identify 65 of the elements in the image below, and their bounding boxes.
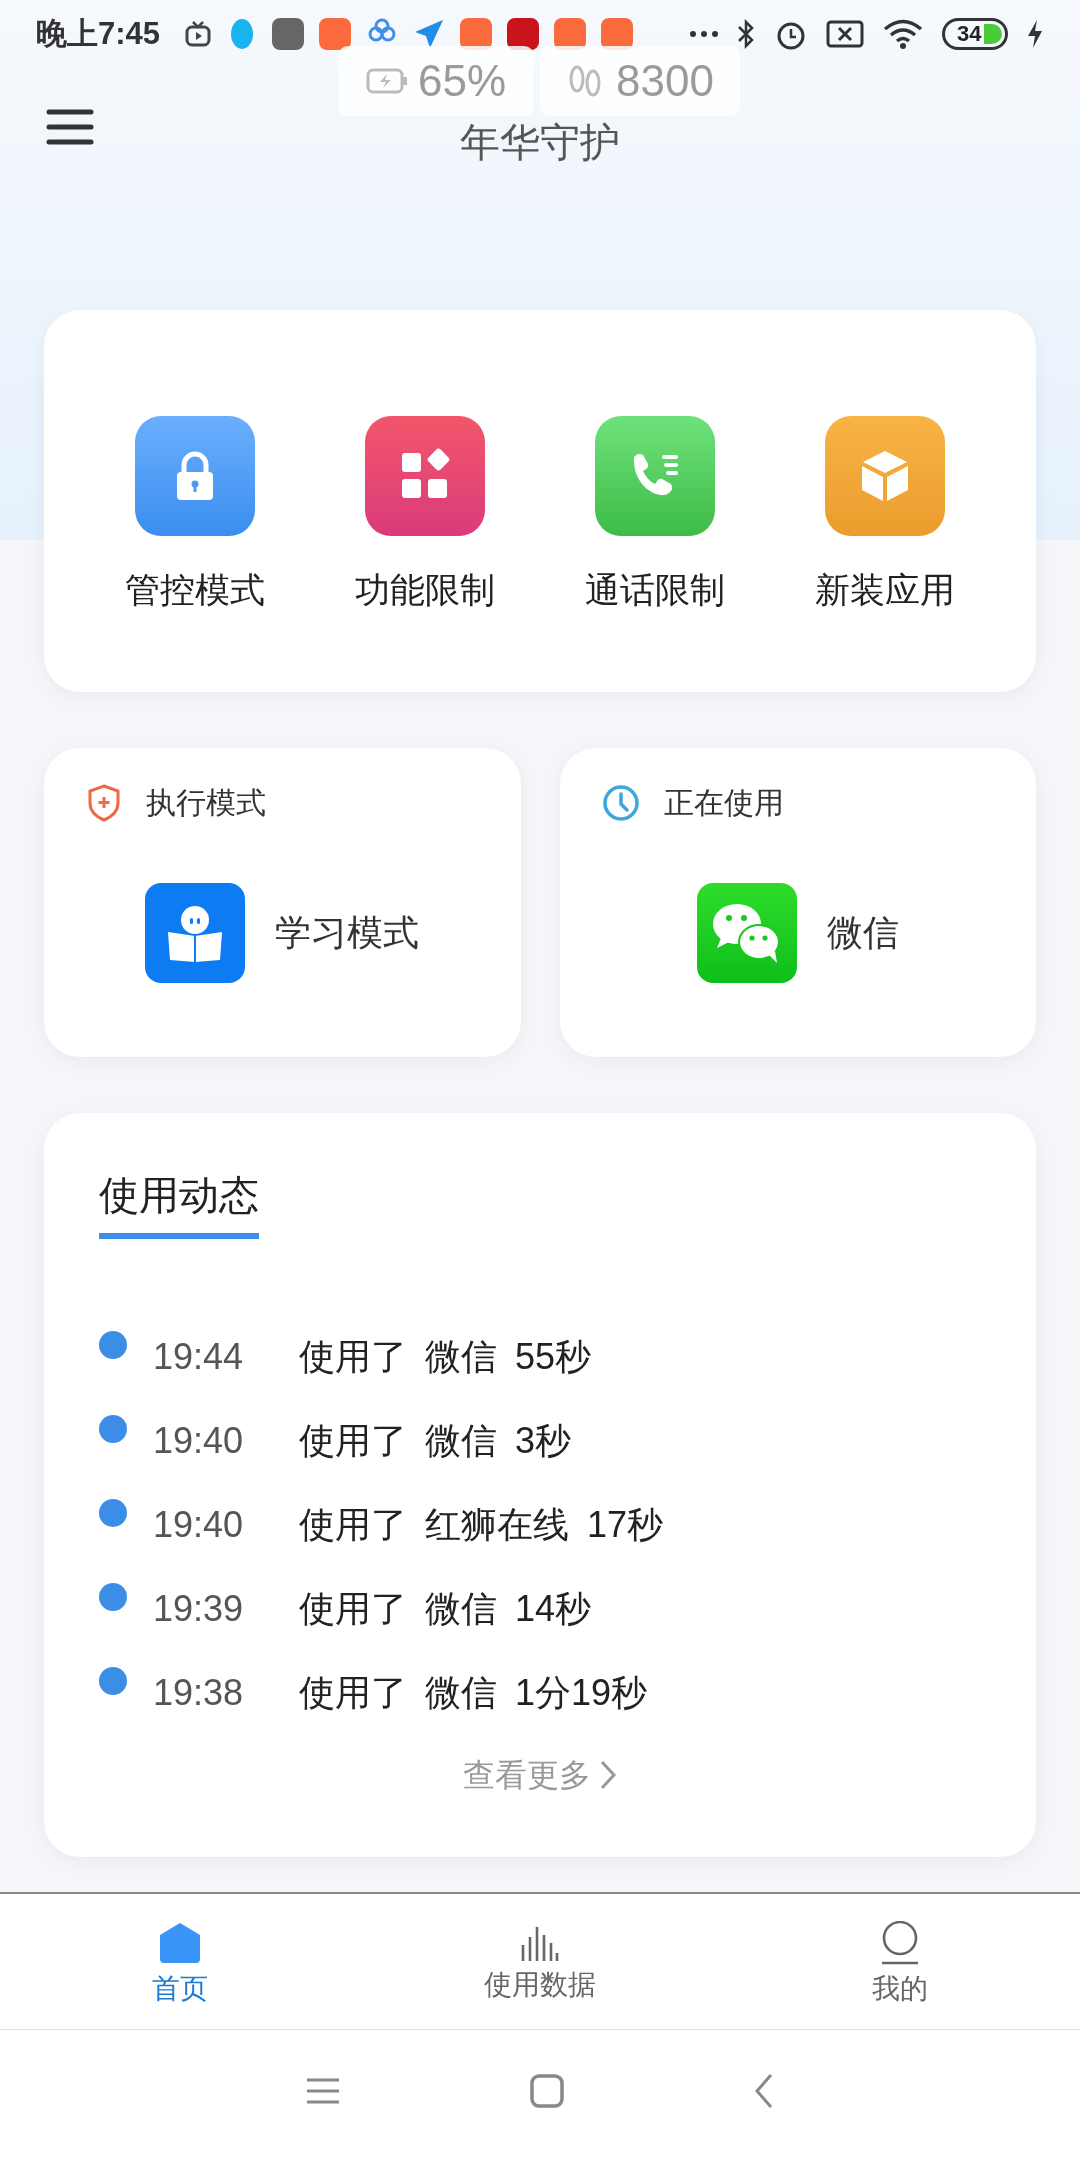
more-dots-icon: [690, 31, 718, 37]
app-grid-icon: [365, 415, 485, 536]
activity-time: 19:39: [153, 1591, 245, 1627]
activity-app: 微信: [425, 1591, 497, 1627]
book-reader-icon: [145, 883, 246, 983]
tv-icon: [184, 20, 213, 48]
notification-icon: [507, 18, 540, 50]
app-name: 学习模式: [275, 911, 420, 955]
info-card[interactable]: 执行模式 学习模式: [44, 748, 521, 1057]
clock-icon: [601, 783, 640, 822]
shield-plus-icon: [86, 782, 122, 823]
nav-tab[interactable]: 首页: [0, 1894, 360, 2029]
home-nav-icon[interactable]: [530, 2074, 564, 2108]
app-name: 微信: [826, 911, 899, 955]
section-title: 使用动态: [99, 1175, 259, 1239]
back-nav-icon[interactable]: [754, 2073, 774, 2109]
home-icon: [158, 1920, 202, 1965]
quick-action-button[interactable]: 新装应用: [770, 415, 1000, 607]
activity-app: 微信: [425, 1675, 497, 1711]
lock-icon: [135, 415, 255, 536]
nav-tab[interactable]: 我的: [720, 1894, 1080, 2029]
activity-verb: 使用了: [299, 1339, 407, 1375]
step-count: 8300: [616, 55, 714, 107]
sim-x-icon: [826, 19, 864, 49]
info-card[interactable]: 正在使用 微信: [559, 748, 1036, 1057]
activity-verb: 使用了: [299, 1507, 407, 1543]
cube-icon: [825, 415, 945, 536]
card-title: 执行模式: [146, 785, 266, 821]
notification-icon: [319, 18, 352, 50]
user-icon: [880, 1920, 920, 1965]
notification-icon: [272, 18, 305, 50]
activity-duration: 1分19秒: [515, 1675, 648, 1711]
activity-duration: 55秒: [515, 1339, 592, 1375]
activity-app: 微信: [425, 1339, 497, 1375]
battery-charging-icon: [366, 68, 408, 94]
activity-time: 19:40: [153, 1507, 245, 1543]
activity-time: 19:38: [153, 1675, 245, 1711]
activity-verb: 使用了: [299, 1423, 407, 1459]
activity-duration: 3秒: [515, 1423, 572, 1459]
charging-icon: [1026, 19, 1044, 49]
activity-time: 19:40: [153, 1423, 245, 1459]
chevron-right-icon: [599, 1759, 617, 1791]
activity-verb: 使用了: [299, 1591, 407, 1627]
nav-tab[interactable]: 使用数据: [360, 1894, 720, 2029]
menu-nav-icon[interactable]: [306, 2077, 340, 2105]
quick-action-button[interactable]: 功能限制: [310, 415, 540, 607]
quick-action-button[interactable]: 通话限制: [540, 415, 770, 607]
battery-percent: 65%: [418, 55, 507, 107]
activity-app: 红狮在线: [425, 1507, 569, 1543]
wifi-icon: [882, 18, 924, 50]
bluetooth-icon: [736, 18, 756, 50]
quick-action-button[interactable]: 管控模式: [80, 415, 310, 607]
status-time: 晚上7:45: [36, 14, 161, 53]
battery-indicator: 34: [942, 18, 1008, 50]
menu-icon[interactable]: [46, 108, 94, 146]
activity-duration: 14秒: [515, 1591, 592, 1627]
activity-time: 19:44: [153, 1339, 245, 1375]
chat-bubbles-icon: [696, 883, 797, 983]
card-title: 正在使用: [663, 785, 784, 821]
phone-icon: [595, 415, 715, 536]
bar-chart-icon: [520, 1924, 560, 1961]
activity-verb: 使用了: [299, 1675, 407, 1711]
page-title: 年华守护: [460, 122, 620, 162]
activity-duration: 17秒: [587, 1507, 664, 1543]
activity-app: 微信: [425, 1423, 497, 1459]
